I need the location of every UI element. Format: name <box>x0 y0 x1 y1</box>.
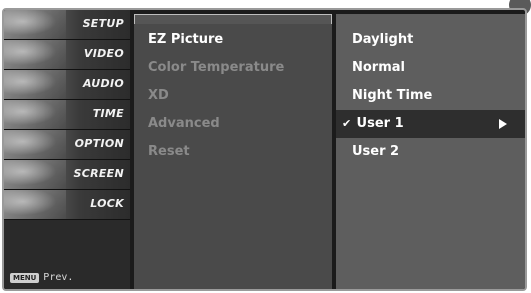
audio-thumbnail <box>4 70 66 99</box>
submenu-item-reset[interactable]: Reset <box>134 138 332 166</box>
sidebar-item-time[interactable]: TIME <box>4 100 130 130</box>
sidebar-item-video[interactable]: VIDEO <box>4 40 130 70</box>
submenu-item-color-temperature[interactable]: Color Temperature <box>134 54 332 82</box>
setup-thumbnail <box>4 10 66 39</box>
submenu-item-xd[interactable]: XD <box>134 82 332 110</box>
sidebar-item-label: VIDEO <box>83 47 124 60</box>
time-thumbnail <box>4 100 66 129</box>
screen-thumbnail <box>4 160 66 189</box>
option-label: Normal <box>352 60 405 75</box>
sidebar-item-screen[interactable]: SCREEN <box>4 160 130 190</box>
sidebar-item-label: SETUP <box>82 17 124 30</box>
sidebar-item-option[interactable]: OPTION <box>4 130 130 160</box>
option-label: Daylight <box>352 32 414 47</box>
option-thumbnail <box>4 130 66 159</box>
sidebar-item-label: TIME <box>92 107 124 120</box>
tv-osd-menu: SETUP VIDEO AUDIO TIME OPTION SCREEN LOC… <box>2 8 527 291</box>
submenu-header-bar <box>134 14 332 24</box>
menu-key-icon: MENU <box>10 272 40 283</box>
option-normal[interactable]: Normal <box>336 54 525 82</box>
option-user-1[interactable]: ✔ User 1 <box>336 110 525 138</box>
prev-label: Prev. <box>43 272 74 283</box>
submenu-item-ez-picture[interactable]: EZ Picture <box>134 26 332 54</box>
video-thumbnail <box>4 40 66 69</box>
option-daylight[interactable]: Daylight <box>336 26 525 54</box>
submenu-item-advanced[interactable]: Advanced <box>134 110 332 138</box>
check-icon: ✔ <box>342 117 352 130</box>
option-night-time[interactable]: Night Time <box>336 82 525 110</box>
prev-hint[interactable]: MENU Prev. <box>10 272 73 283</box>
lock-thumbnail <box>4 190 66 219</box>
sidebar-item-lock[interactable]: LOCK <box>4 190 130 220</box>
sidebar-item-audio[interactable]: AUDIO <box>4 70 130 100</box>
sidebar-item-setup[interactable]: SETUP <box>4 10 130 40</box>
sidebar-item-label: OPTION <box>74 137 124 150</box>
option-label: User 2 <box>352 144 400 159</box>
picture-submenu: EZ Picture Color Temperature XD Advanced… <box>134 14 332 289</box>
option-user-2[interactable]: User 2 <box>336 138 525 166</box>
sidebar-item-label: LOCK <box>90 197 124 210</box>
triangle-right-icon <box>499 119 507 129</box>
option-label: User 1 <box>356 116 404 131</box>
category-sidebar: SETUP VIDEO AUDIO TIME OPTION SCREEN LOC… <box>4 10 130 289</box>
sidebar-item-label: SCREEN <box>73 167 124 180</box>
option-label: Night Time <box>352 88 433 103</box>
sidebar-item-label: AUDIO <box>82 77 124 90</box>
ez-picture-options: Daylight Normal Night Time ✔ User 1 User… <box>336 14 525 289</box>
